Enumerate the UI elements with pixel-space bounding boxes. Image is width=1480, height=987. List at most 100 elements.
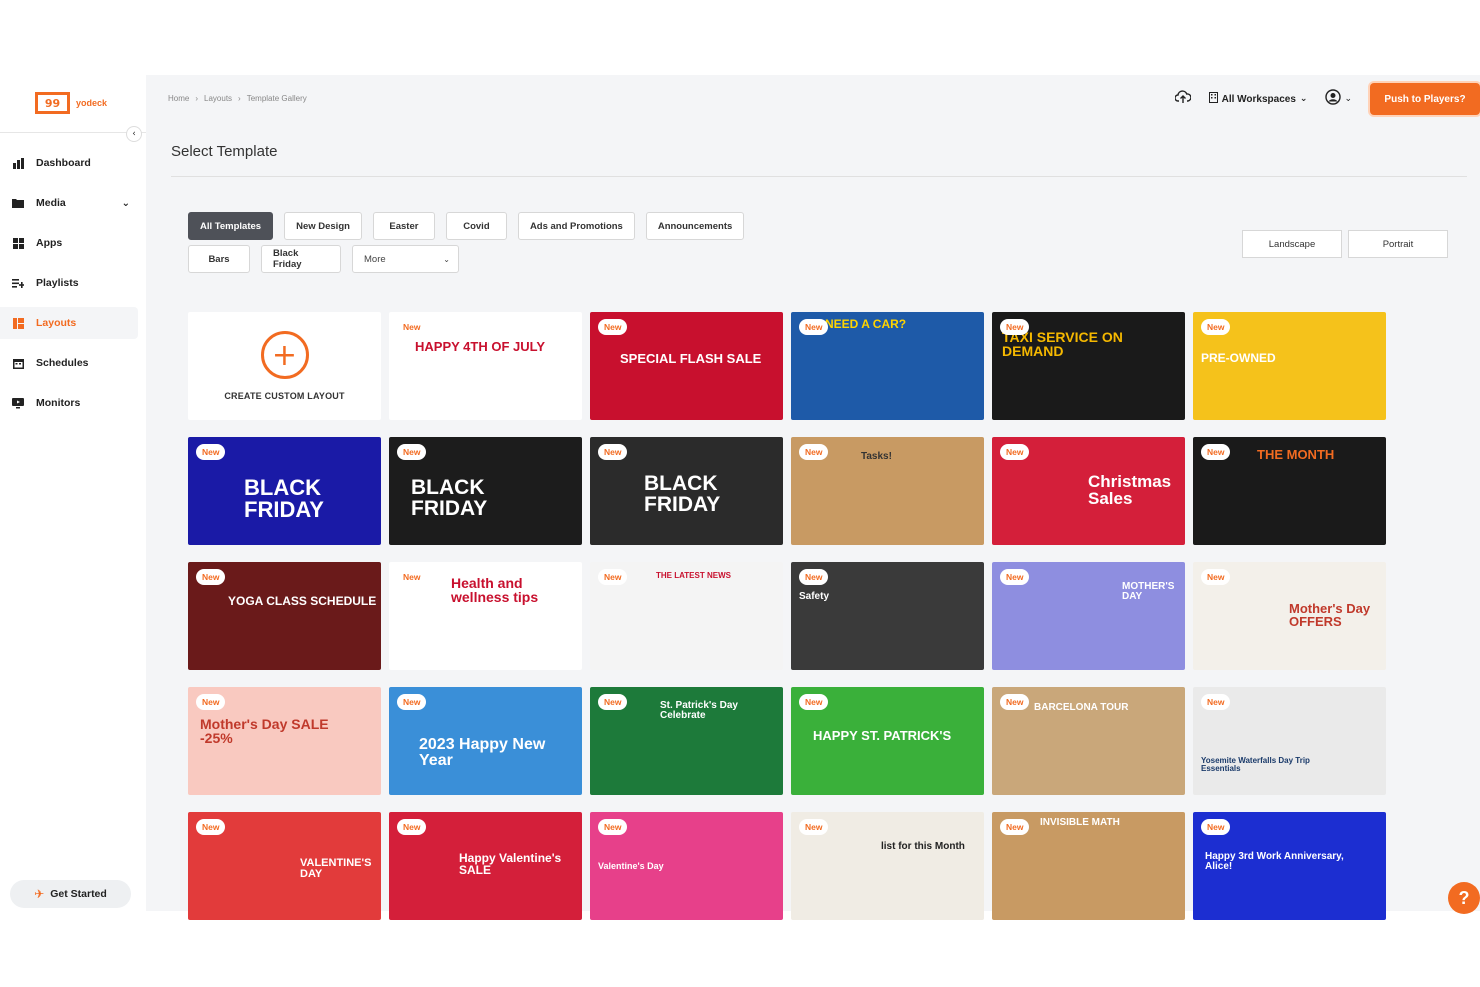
template-card[interactable]: New St. Patrick's Day Celebrate	[590, 687, 783, 795]
template-card[interactable]: New list for this Month	[791, 812, 984, 920]
logo-mark: 99	[35, 92, 70, 114]
filter-all-templates[interactable]: All Templates	[188, 212, 274, 240]
filter-covid[interactable]: Covid	[445, 212, 507, 240]
template-card[interactable]: New BARCELONA TOUR	[992, 687, 1185, 795]
more-filters-select[interactable]: More ⌄	[352, 245, 459, 273]
sidebar-item-label: Dashboard	[36, 157, 91, 169]
sidebar-item-schedules[interactable]: Schedules	[0, 347, 146, 379]
topbar-actions: All Workspaces ⌄ ⌄ Push to Players?	[1173, 83, 1480, 115]
more-filters-value: More	[364, 253, 386, 265]
template-card[interactable]: New VALENTINE'S DAY	[188, 812, 381, 920]
template-card[interactable]: New TAXI SERVICE ON DEMAND	[992, 312, 1185, 420]
template-card[interactable]: New NEED A CAR?	[791, 312, 984, 420]
template-title: Health and wellness tips	[451, 575, 539, 605]
folder-icon	[12, 197, 24, 209]
sidebar-item-layouts[interactable]: Layouts	[0, 307, 138, 339]
landscape-button[interactable]: Landscape	[1242, 230, 1342, 258]
template-card[interactable]: New Happy 3rd Work Anniversary, Alice!	[1193, 812, 1386, 920]
template-card[interactable]: New Happy Valentine's SALE	[389, 812, 582, 920]
template-card[interactable]: New Christmas Sales	[992, 437, 1185, 545]
template-card[interactable]: New Yosemite Waterfalls Day Trip Essentia…	[1193, 687, 1386, 795]
template-card[interactable]: New SPECIAL FLASH SALE	[590, 312, 783, 420]
sidebar-item-media[interactable]: Media ⌄	[0, 187, 146, 219]
breadcrumb-layouts[interactable]: Layouts	[204, 94, 232, 103]
template-card[interactable]: New Mother's Day OFFERS	[1193, 562, 1386, 670]
new-badge: New	[1201, 819, 1231, 835]
create-custom-layout-card[interactable]: + CREATE CUSTOM LAYOUT	[188, 312, 381, 420]
template-title: Valentine's Day	[598, 861, 664, 871]
template-card[interactable]: New PRE-OWNED	[1193, 312, 1386, 420]
push-to-players-button[interactable]: Push to Players?	[1370, 83, 1480, 115]
new-badge: New	[1201, 569, 1231, 585]
breadcrumb-separator-icon: ›	[195, 94, 199, 103]
sidebar-item-label: Playlists	[36, 277, 79, 289]
template-card[interactable]: New HAPPY 4TH OF JULY	[389, 312, 582, 420]
create-custom-layout-label: CREATE CUSTOM LAYOUT	[224, 391, 345, 401]
template-card[interactable]: New THE LATEST NEWS	[590, 562, 783, 670]
get-started-button[interactable]: ✈ Get Started	[10, 880, 131, 908]
template-card[interactable]: New BLACK FRIDAY	[590, 437, 783, 545]
new-badge: New	[1000, 569, 1030, 585]
sidebar-item-playlists[interactable]: Playlists	[0, 267, 146, 299]
new-badge: New	[196, 694, 226, 710]
template-title: Mother's Day OFFERS	[1289, 601, 1371, 629]
cloud-upload-icon[interactable]	[1173, 90, 1192, 108]
sidebar-item-label: Layouts	[36, 317, 77, 329]
new-badge: New	[196, 444, 226, 460]
template-card[interactable]: New THE MONTH	[1193, 437, 1386, 545]
template-card[interactable]: New Safety	[791, 562, 984, 670]
bar-chart-icon	[12, 157, 24, 169]
template-card[interactable]: New INVISIBLE MATH	[992, 812, 1185, 920]
chevron-down-icon[interactable]: ⌄	[122, 198, 130, 209]
template-title: BLACK FRIDAY	[244, 475, 324, 522]
new-badge: New	[598, 444, 628, 460]
monitor-icon	[12, 397, 24, 409]
orientation-toggle: Landscape Portrait	[1242, 230, 1448, 258]
user-menu[interactable]: ⌄	[1325, 89, 1352, 109]
logo-text: yodeck	[76, 98, 108, 108]
breadcrumb-home[interactable]: Home	[168, 94, 189, 103]
template-title: HAPPY ST. PATRICK'S	[813, 728, 952, 743]
template-card[interactable]: New BLACK FRIDAY	[389, 437, 582, 545]
template-card[interactable]: New HAPPY ST. PATRICK'S	[791, 687, 984, 795]
sidebar-item-dashboard[interactable]: Dashboard	[0, 147, 146, 179]
new-badge: New	[799, 819, 829, 835]
template-title: 2023 Happy New Year	[419, 736, 546, 769]
workspace-selector[interactable]: All Workspaces ⌄	[1208, 92, 1307, 106]
filter-announcements[interactable]: Announcements	[645, 212, 745, 240]
template-title: Mother's Day SALE -25%	[200, 716, 329, 746]
new-badge: New	[799, 569, 829, 585]
breadcrumb-current: Template Gallery	[246, 94, 307, 103]
new-badge: New	[1000, 819, 1030, 835]
filter-ads-and-promotions[interactable]: Ads and Promotions	[517, 212, 635, 240]
breadcrumb-separator-icon: ›	[238, 94, 241, 103]
logo[interactable]: 99 yodeck	[35, 92, 107, 114]
filter-bars[interactable]: Bars	[188, 245, 250, 273]
help-button[interactable]: ?	[1448, 882, 1480, 914]
sidebar: 99 yodeck ‹ Dashboard Media ⌄ Apps Playl…	[0, 75, 146, 911]
new-badge: New	[598, 694, 628, 710]
template-card[interactable]: New Health and wellness tips	[389, 562, 582, 670]
portrait-button[interactable]: Portrait	[1348, 230, 1448, 258]
template-card[interactable]: New 2023 Happy New Year	[389, 687, 582, 795]
building-icon	[1208, 92, 1218, 106]
template-card[interactable]: New Tasks!	[791, 437, 984, 545]
template-title: Christmas Sales	[1088, 472, 1172, 508]
template-card[interactable]: New YOGA CLASS SCHEDULE	[188, 562, 381, 670]
template-card[interactable]: New Mother's Day SALE -25%	[188, 687, 381, 795]
filter-new-design[interactable]: New Design	[284, 212, 362, 240]
filter-black-friday[interactable]: Black Friday	[261, 245, 341, 273]
user-avatar-icon	[1325, 89, 1342, 109]
sidebar-item-monitors[interactable]: Monitors	[0, 387, 146, 419]
sidebar-item-label: Schedules	[36, 357, 89, 369]
template-title: Yosemite Waterfalls Day Trip Essentials	[1201, 756, 1310, 773]
workspace-label: All Workspaces	[1221, 93, 1296, 105]
get-started-label: Get Started	[50, 888, 107, 900]
collapse-sidebar-button[interactable]: ‹	[126, 126, 142, 142]
new-badge: New	[397, 319, 427, 335]
sidebar-item-apps[interactable]: Apps	[0, 227, 146, 259]
template-card[interactable]: New BLACK FRIDAY	[188, 437, 381, 545]
template-card[interactable]: New Valentine's Day	[590, 812, 783, 920]
template-card[interactable]: New MOTHER'S DAY	[992, 562, 1185, 670]
filter-easter[interactable]: Easter	[372, 212, 435, 240]
